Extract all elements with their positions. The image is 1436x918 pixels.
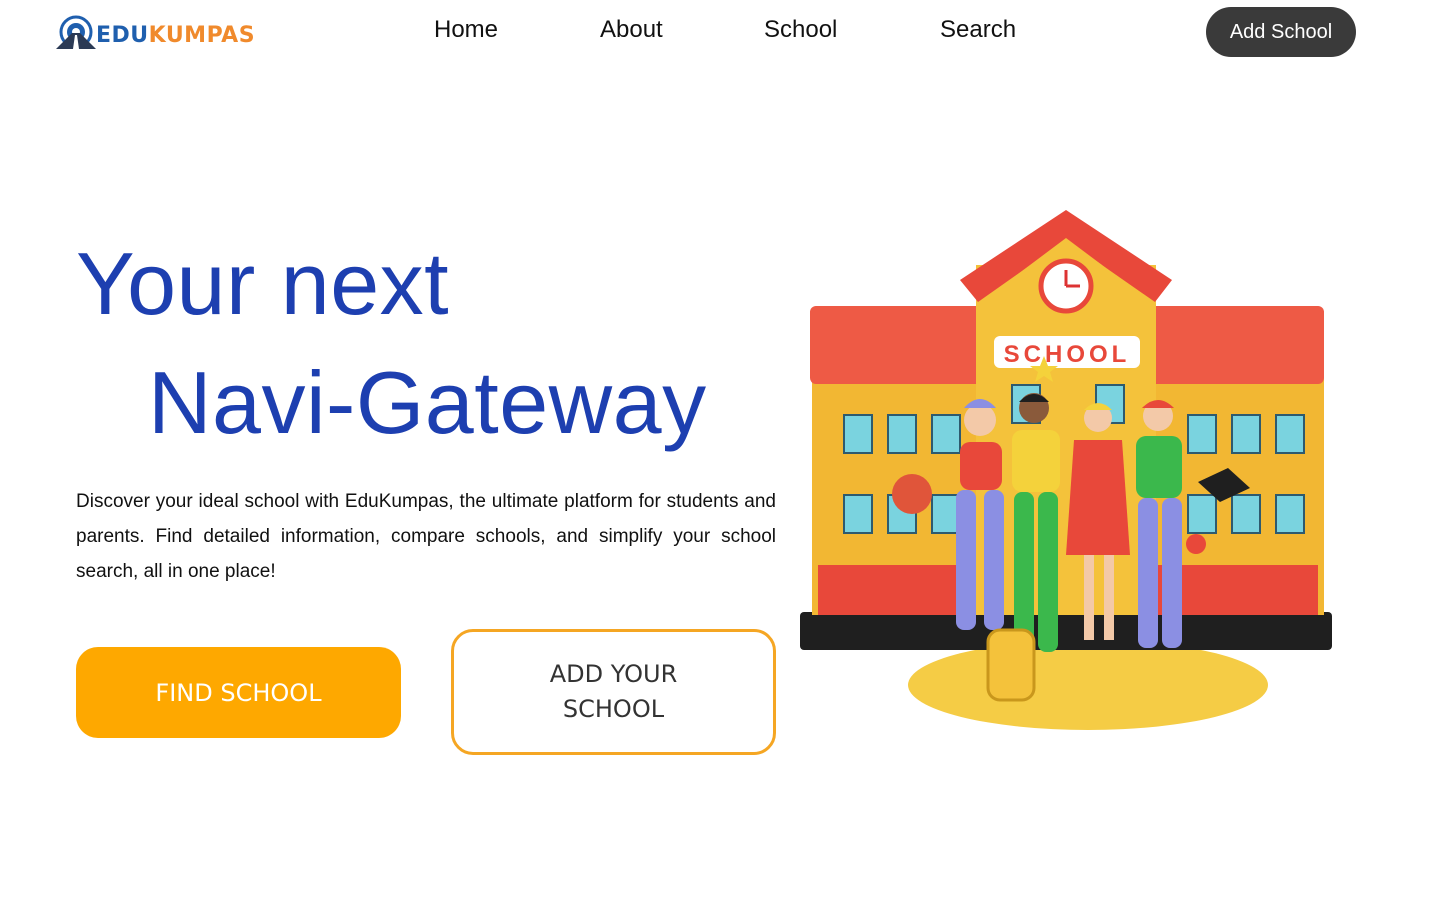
school-sign-text: SCHOOL — [1004, 341, 1131, 368]
nav-search[interactable]: Search — [940, 16, 1016, 44]
add-school-button[interactable]: Add School — [1206, 7, 1356, 57]
compass-road-icon — [54, 15, 96, 49]
add-your-school-label: ADD YOUR SCHOOL — [549, 660, 678, 723]
find-school-button[interactable]: FIND SCHOOL — [76, 647, 401, 738]
logo-text-kumpas: KUMPAS — [148, 22, 256, 48]
hero-headline-line2: Navi-Gateway — [148, 353, 707, 452]
logo[interactable]: EDUKUMPAS — [54, 13, 255, 51]
hero-headline-line1: Your next — [76, 234, 450, 333]
logo-text: EDUKUMPAS — [96, 23, 255, 48]
hero-description: Discover your ideal school with EduKumpa… — [76, 491, 776, 582]
nav-home[interactable]: Home — [434, 16, 498, 44]
school-illustration: SCHOOL — [800, 210, 1334, 732]
add-your-school-button[interactable]: ADD YOUR SCHOOL — [451, 629, 776, 755]
nav-school[interactable]: School — [764, 16, 837, 44]
logo-text-edu: EDU — [96, 22, 149, 48]
nav-about[interactable]: About — [600, 16, 663, 44]
